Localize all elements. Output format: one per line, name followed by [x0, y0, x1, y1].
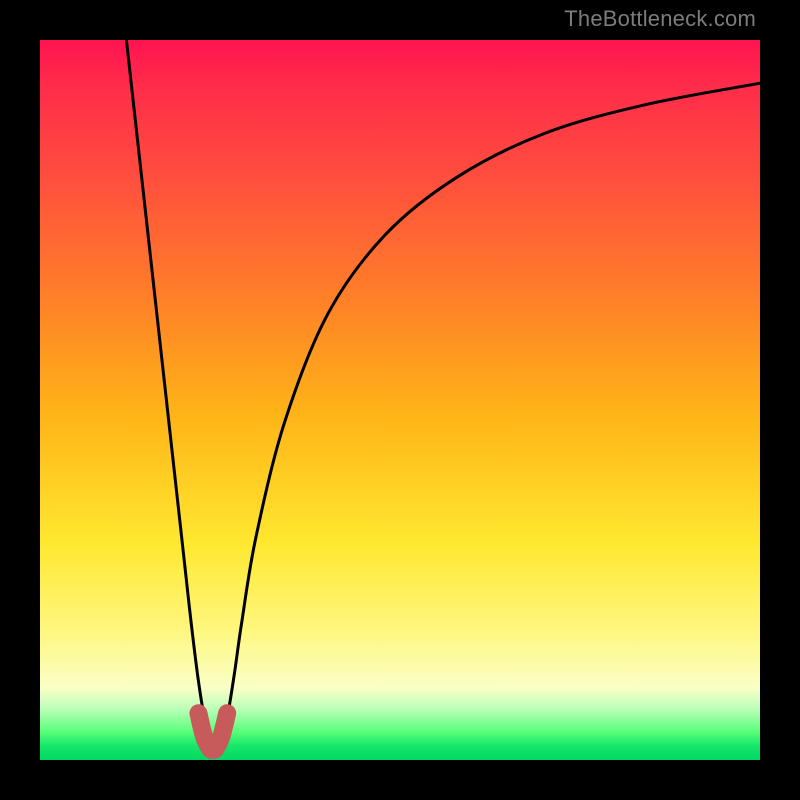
chart-frame: TheBottleneck.com [0, 0, 800, 800]
bottleneck-curve [126, 40, 760, 746]
attribution-text: TheBottleneck.com [564, 6, 756, 32]
plot-area [40, 40, 760, 760]
chart-svg [40, 40, 760, 760]
optimum-marker [198, 713, 227, 750]
